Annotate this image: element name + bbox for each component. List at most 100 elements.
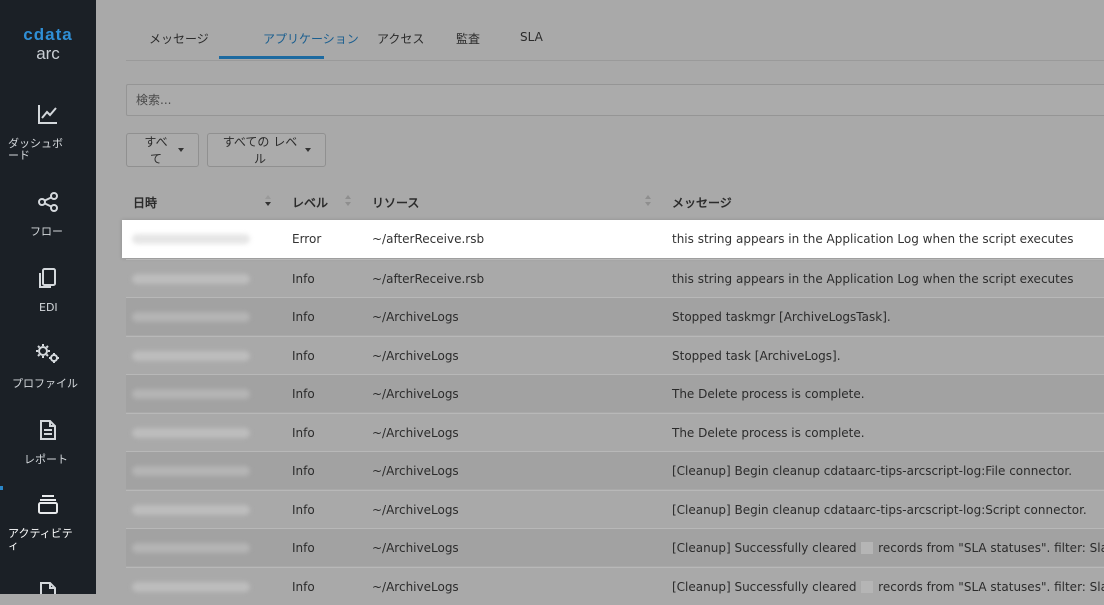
sidebar-item-label: プロファイル — [12, 377, 78, 390]
message-suffix: records from "SLA statuses". filter: Sla… — [878, 580, 1104, 594]
message-prefix: [Cleanup] Successfully cleared — [672, 580, 857, 594]
table-row[interactable]: Info ~/ArchiveLogs Stopped taskmgr [Arch… — [126, 297, 1104, 335]
message-suffix: records from "SLA statuses". filter: Sla… — [878, 541, 1104, 555]
tab-access[interactable]: アクセス — [377, 30, 424, 47]
cell-resource: ~/ArchiveLogs — [372, 541, 459, 555]
activity-stack-icon — [38, 495, 58, 514]
redacted-datetime — [132, 351, 250, 361]
cell-level: Info — [292, 503, 315, 517]
sidebar-item-label: EDI — [39, 301, 58, 314]
search-input[interactable] — [127, 85, 1104, 115]
cell-message: The Delete process is complete. — [672, 426, 865, 440]
message-prefix: [Cleanup] Successfully cleared — [672, 541, 857, 555]
sort-icon[interactable] — [345, 195, 352, 207]
app-logo[interactable]: cdata arc — [0, 26, 96, 64]
sidebar-item-activity[interactable]: アクティビティ — [0, 490, 96, 562]
table-row[interactable]: Info ~/afterReceive.rsb this string appe… — [126, 259, 1104, 297]
cell-message: [Cleanup] Successfully cleared records f… — [672, 580, 1104, 594]
redacted-datetime — [132, 234, 250, 244]
cell-level: Error — [292, 232, 322, 246]
documents-icon — [39, 268, 56, 288]
cell-resource: ~/afterReceive.rsb — [372, 232, 485, 246]
cell-level: Info — [292, 541, 315, 555]
sidebar-item-label: レポート — [24, 453, 68, 466]
sidebar-item-label: フロー — [30, 225, 63, 238]
report-icon — [40, 420, 56, 440]
gears-icon — [36, 344, 59, 363]
cell-level: Info — [292, 310, 315, 324]
search-box — [126, 84, 1104, 116]
cell-message: this string appears in the Application L… — [672, 232, 1074, 246]
cell-resource: ~/ArchiveLogs — [372, 503, 459, 517]
cell-message: [Cleanup] Begin cleanup cdataarc-tips-ar… — [672, 503, 1087, 517]
chevron-down-icon — [178, 148, 184, 152]
redacted-datetime — [132, 274, 250, 284]
redacted-datetime — [132, 389, 250, 399]
cell-resource: ~/ArchiveLogs — [372, 310, 459, 324]
filter-all-label: すべて — [144, 135, 168, 166]
sidebar-item-label: アクティビティ — [8, 527, 73, 552]
table-row[interactable]: Info ~/ArchiveLogs [Cleanup] Begin clean… — [126, 490, 1104, 528]
table-row[interactable]: Info ~/ArchiveLogs [Cleanup] Successfull… — [126, 567, 1104, 605]
filter-all-dropdown[interactable]: すべて — [126, 133, 199, 167]
filter-level-label: すべての レベル — [222, 135, 298, 166]
cell-level: Info — [292, 426, 315, 440]
cell-level: Info — [292, 464, 315, 478]
cell-message: [Cleanup] Begin cleanup cdataarc-tips-ar… — [672, 464, 1073, 478]
redacted-datetime — [132, 466, 250, 476]
sidebar-item-more[interactable] — [0, 578, 96, 594]
table-row[interactable]: Error ~/afterReceive.rsb this string app… — [122, 220, 1104, 258]
redacted-datetime — [132, 428, 250, 438]
cell-message: The Delete process is complete. — [672, 387, 865, 401]
table-row[interactable]: Info ~/ArchiveLogs The Delete process is… — [126, 374, 1104, 412]
sidebar-item-report[interactable]: レポート — [0, 416, 96, 472]
logo-mark: cdata — [23, 25, 73, 44]
table-row[interactable]: Info ~/ArchiveLogs [Cleanup] Successfull… — [126, 528, 1104, 566]
tab-application[interactable]: アプリケーション — [263, 30, 359, 47]
cell-level: Info — [292, 349, 315, 363]
main-content: メッセージ アプリケーション アクセス 監査 SLA すべて すべての レベル … — [96, 0, 1104, 594]
redacted-datetime — [132, 505, 250, 515]
redacted-datetime — [132, 312, 250, 322]
cell-message: Stopped taskmgr [ArchiveLogsTask]. — [672, 310, 891, 324]
cell-level: Info — [292, 387, 315, 401]
column-header-message[interactable]: メッセージ — [672, 194, 732, 211]
tab-messages[interactable]: メッセージ — [149, 30, 209, 47]
tab-audit[interactable]: 監査 — [456, 30, 480, 47]
log-tabs: メッセージ アプリケーション アクセス 監査 SLA — [126, 0, 1104, 61]
sidebar-item-dashboard[interactable]: ダッシュボード — [0, 100, 96, 164]
sidebar-item-profile[interactable]: プロファイル — [0, 340, 96, 396]
column-header-datetime[interactable]: 日時 — [133, 194, 157, 211]
active-tab-underline — [219, 56, 324, 59]
column-header-level[interactable]: レベル — [292, 194, 328, 211]
chart-line-icon — [38, 105, 57, 124]
sidebar-item-flow[interactable]: フロー — [0, 188, 96, 244]
cell-level: Info — [292, 580, 315, 594]
table-row[interactable]: Info ~/ArchiveLogs The Delete process is… — [126, 413, 1104, 451]
redacted-datetime — [132, 582, 250, 592]
cell-resource: ~/ArchiveLogs — [372, 464, 459, 478]
redacted-datetime — [132, 543, 250, 553]
sidebar-item-edi[interactable]: EDI — [0, 264, 96, 320]
table-row[interactable]: Info ~/ArchiveLogs [Cleanup] Begin clean… — [126, 451, 1104, 489]
sort-icon[interactable] — [645, 195, 652, 207]
cell-resource: ~/ArchiveLogs — [372, 387, 459, 401]
cell-level: Info — [292, 272, 315, 286]
cell-resource: ~/ArchiveLogs — [372, 426, 459, 440]
cell-resource: ~/ArchiveLogs — [372, 349, 459, 363]
table-header: 日時 レベル リソース メッセージ — [126, 182, 1104, 220]
cell-resource: ~/ArchiveLogs — [372, 580, 459, 594]
sidebar-item-label: ダッシュボード — [8, 137, 63, 162]
cell-resource: ~/afterReceive.rsb — [372, 272, 485, 286]
flow-nodes-icon — [38, 192, 58, 212]
redacted-count — [861, 581, 874, 593]
redacted-count — [861, 542, 874, 554]
column-header-resource[interactable]: リソース — [372, 194, 419, 211]
sort-desc-icon[interactable] — [265, 195, 272, 207]
cell-message: this string appears in the Application L… — [672, 272, 1074, 286]
logo-sub: arc — [36, 44, 60, 63]
tab-sla[interactable]: SLA — [520, 30, 543, 44]
filter-level-dropdown[interactable]: すべての レベル — [207, 133, 326, 167]
cell-message: Stopped task [ArchiveLogs]. — [672, 349, 841, 363]
table-row[interactable]: Info ~/ArchiveLogs Stopped task [Archive… — [126, 336, 1104, 374]
